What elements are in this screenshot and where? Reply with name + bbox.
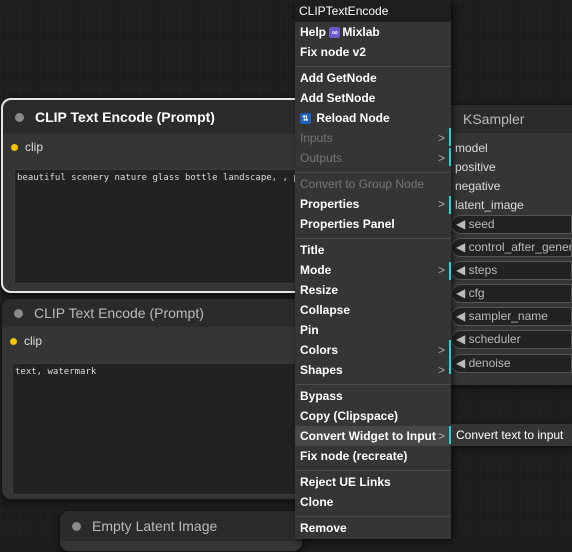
menu-title: CLIPTextEncode xyxy=(295,0,451,22)
input-accent-bar xyxy=(449,148,451,166)
sampler-name-widget[interactable]: ◀ sampler_name xyxy=(451,307,572,326)
input-accent-bar xyxy=(449,426,451,444)
menu-item-properties[interactable]: Properties > xyxy=(295,194,451,214)
submenu-item-convert-text-to-input[interactable]: Convert text to input xyxy=(456,428,563,442)
menu-item-add-getnode[interactable]: Add GetNode xyxy=(295,68,451,88)
menu-item-shapes[interactable]: Shapes > xyxy=(295,360,451,380)
submenu-arrow-icon: > xyxy=(437,429,445,443)
collapse-dot-icon[interactable] xyxy=(15,112,24,122)
menu-separator xyxy=(295,168,451,173)
menu-separator xyxy=(295,512,451,517)
submenu-arrow-icon: > xyxy=(437,131,445,145)
denoise-widget[interactable]: ◀ denoise xyxy=(451,354,572,373)
menu-item-help[interactable]: Help ∞ Mixlab xyxy=(295,22,451,42)
node-header[interactable]: CLIP Text Encode (Prompt) xyxy=(3,100,303,134)
submenu-arrow-icon: > xyxy=(437,263,445,277)
menu-item-resize[interactable]: Resize xyxy=(295,280,451,300)
submenu-arrow-icon: > xyxy=(437,151,445,165)
ksampler-input-model[interactable]: model xyxy=(451,138,524,157)
ksampler-input-positive[interactable]: positive xyxy=(451,157,524,176)
clip-input[interactable]: clip xyxy=(3,137,303,157)
menu-item-add-setnode[interactable]: Add SetNode xyxy=(295,88,451,108)
collapse-dot-icon[interactable] xyxy=(72,521,81,531)
scheduler-widget[interactable]: ◀ scheduler xyxy=(451,330,572,349)
mixlab-label: Mixlab xyxy=(342,25,380,39)
node-title: Empty Latent Image xyxy=(92,518,218,534)
steps-widget[interactable]: ◀ steps xyxy=(451,261,572,280)
empty-latent-image-node[interactable]: Empty Latent Image xyxy=(59,510,303,552)
menu-item-reject-ue-links[interactable]: Reject UE Links xyxy=(295,472,451,492)
clip-input[interactable]: clip xyxy=(2,331,302,351)
submenu-arrow-icon: > xyxy=(437,197,445,211)
menu-item-properties-panel[interactable]: Properties Panel xyxy=(295,214,451,234)
menu-item-copy-clipspace[interactable]: Copy (Clipspace) xyxy=(295,406,451,426)
menu-item-reload-node[interactable]: ⇅ Reload Node xyxy=(295,108,451,128)
prompt-textarea[interactable]: beautiful scenery nature glass bottle la… xyxy=(14,169,301,284)
menu-item-collapse[interactable]: Collapse xyxy=(295,300,451,320)
menu-item-clone[interactable]: Clone xyxy=(295,492,451,512)
control-after-generate-widget[interactable]: ◀ control_after_generate xyxy=(451,238,572,257)
ksampler-input-latent-image[interactable]: latent_image xyxy=(451,195,524,214)
infinity-badge-icon: ∞ xyxy=(329,27,341,39)
clip-text-encode-node-1[interactable]: CLIP Text Encode (Prompt) clip beautiful… xyxy=(1,98,305,293)
node-title: CLIP Text Encode (Prompt) xyxy=(34,305,204,321)
node-context-menu[interactable]: CLIPTextEncode Help ∞ Mixlab Fix node v2 … xyxy=(295,0,451,539)
menu-separator xyxy=(295,380,451,385)
clip-input-dot-icon[interactable] xyxy=(11,143,18,151)
menu-item-remove[interactable]: Remove xyxy=(295,518,451,538)
menu-item-pin[interactable]: Pin xyxy=(295,320,451,340)
submenu-arrow-icon: > xyxy=(437,343,445,357)
ksampler-input-negative[interactable]: negative xyxy=(451,176,524,195)
reload-node-label: Reload Node xyxy=(316,111,390,125)
menu-item-mode[interactable]: Mode > xyxy=(295,260,451,280)
input-accent-bar xyxy=(449,262,451,280)
input-accent-bar xyxy=(449,128,451,146)
node-header[interactable]: CLIP Text Encode (Prompt) xyxy=(2,299,302,327)
node-title: CLIP Text Encode (Prompt) xyxy=(35,109,215,125)
clip-text-encode-node-2[interactable]: CLIP Text Encode (Prompt) clip text, wat… xyxy=(1,298,303,500)
node-title: KSampler xyxy=(463,111,525,127)
menu-item-title[interactable]: Title xyxy=(295,240,451,260)
seed-widget[interactable]: ◀ seed xyxy=(451,215,572,234)
menu-item-fix-node-v2[interactable]: Fix node v2 xyxy=(295,42,451,62)
menu-item-colors[interactable]: Colors > xyxy=(295,340,451,360)
submenu-arrow-icon: > xyxy=(437,363,445,377)
cfg-widget[interactable]: ◀ cfg xyxy=(451,284,572,303)
clip-input-label: clip xyxy=(24,334,43,348)
menu-item-fix-node-recreate[interactable]: Fix node (recreate) xyxy=(295,446,451,466)
menu-item-bypass[interactable]: Bypass xyxy=(295,386,451,406)
menu-item-inputs[interactable]: Inputs > xyxy=(295,128,451,148)
clip-input-label: clip xyxy=(25,140,44,154)
help-label: Help xyxy=(300,25,327,39)
menu-item-convert-to-group-node[interactable]: Convert to Group Node xyxy=(295,174,451,194)
node-header[interactable]: Empty Latent Image xyxy=(60,511,302,541)
clip-input-dot-icon[interactable] xyxy=(10,337,17,345)
menu-item-outputs[interactable]: Outputs > xyxy=(295,148,451,168)
reload-badge-icon: ⇅ xyxy=(300,113,311,125)
input-accent-bar xyxy=(449,196,451,214)
input-accent-bar xyxy=(449,356,451,374)
menu-separator xyxy=(295,234,451,239)
convert-widget-submenu[interactable]: Convert text to input xyxy=(451,424,572,446)
menu-item-convert-widget-to-input[interactable]: Convert Widget to Input > xyxy=(295,426,451,446)
menu-separator xyxy=(295,466,451,471)
menu-separator xyxy=(295,62,451,67)
negative-prompt-textarea[interactable]: text, watermark xyxy=(12,363,300,495)
collapse-dot-icon[interactable] xyxy=(14,308,23,318)
